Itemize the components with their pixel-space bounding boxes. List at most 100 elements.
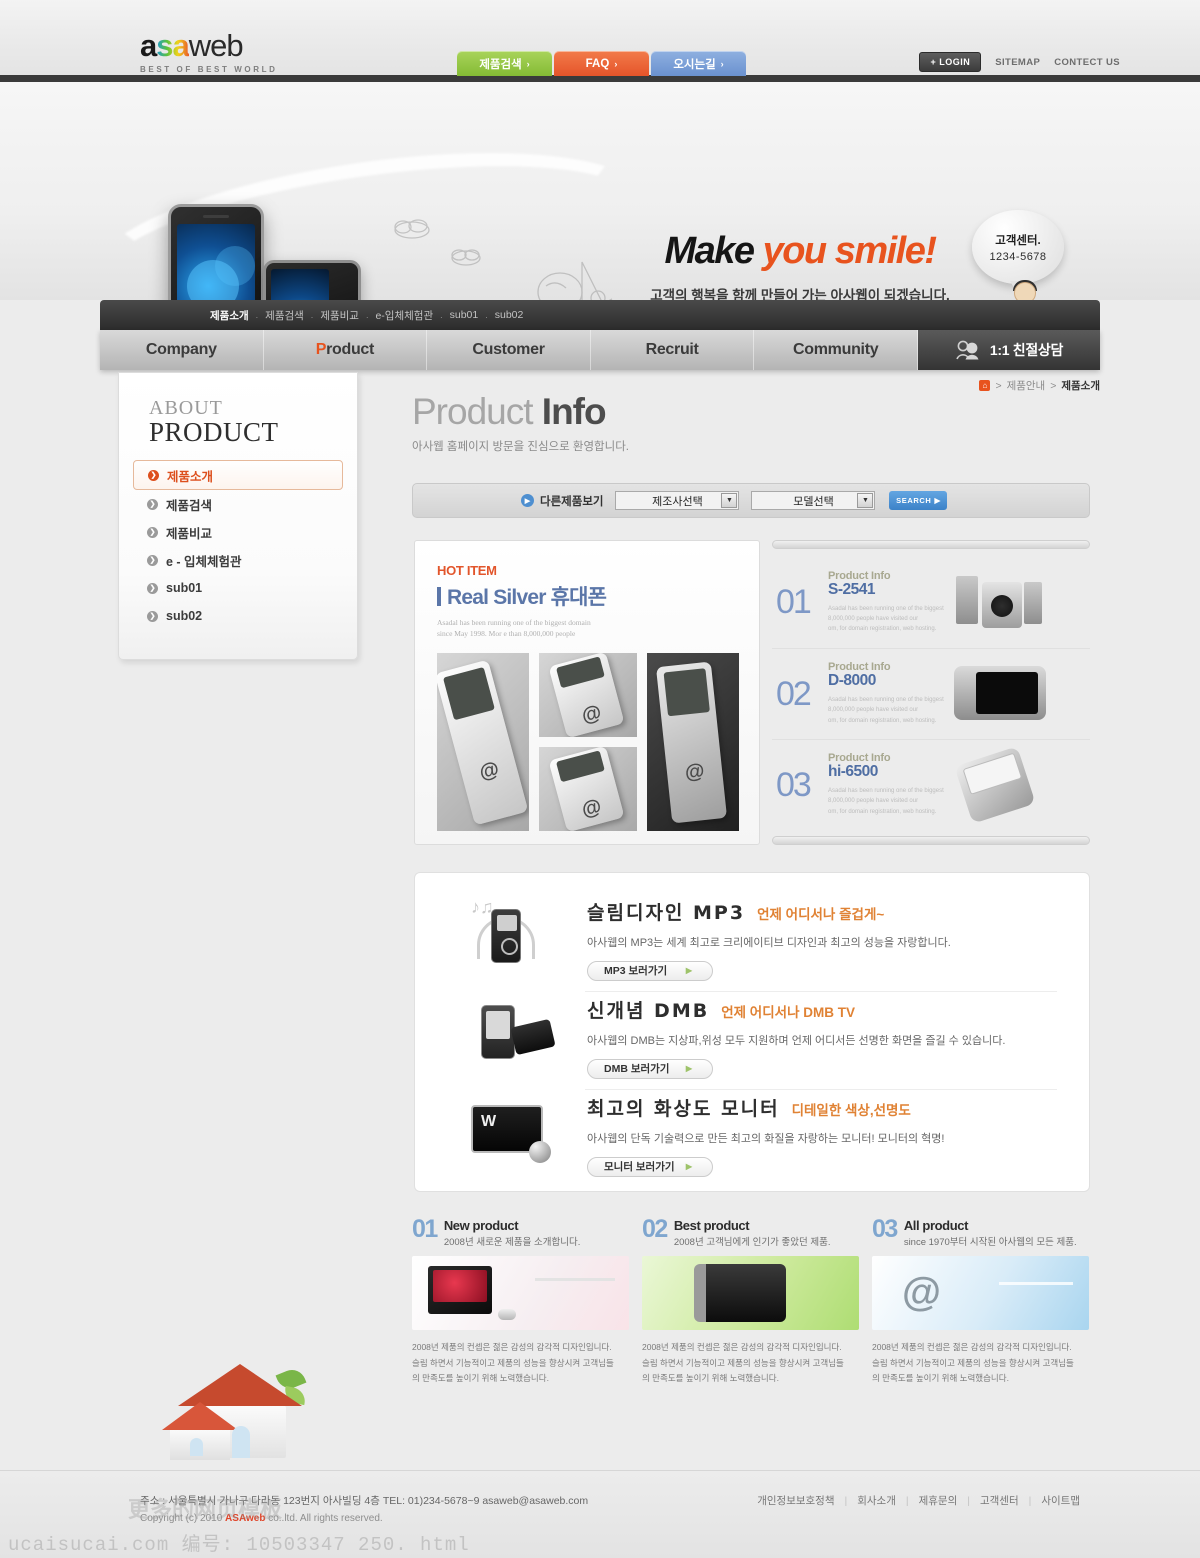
sub-nav-item-product-intro[interactable]: 제품소개 (210, 308, 249, 323)
mp3-view-button[interactable]: MP3 보러가기 ▶ (587, 960, 713, 981)
separator-dot: . (310, 310, 314, 320)
model-select[interactable]: 모델선택 ▼ (751, 491, 876, 510)
sidebar-item-product-search[interactable]: ❯ 제품검색 (133, 490, 343, 518)
utility-links: + LOGIN SITEMAP CONTECT US (919, 52, 1120, 72)
maker-select-value: 제조사선택 (652, 495, 703, 508)
breadcrumb-sep: > (1050, 379, 1057, 392)
search-button[interactable]: SEARCH ▶ (889, 491, 948, 510)
top-nav-directions[interactable]: 오시는길 › (651, 51, 746, 76)
home-icon[interactable]: ⌂ (979, 380, 991, 391)
footer-link-customer-center[interactable]: 고객센터 (980, 1493, 1019, 1508)
flip-phone-product-image (946, 745, 1054, 824)
logo-wordmark: asaweb (140, 28, 244, 63)
card-body-line: 의 만족도를 높이기 위해 노력했습니다. (642, 1373, 779, 1384)
scrollbar-top[interactable] (772, 540, 1090, 549)
product-description: Asadal has been running one of the bigge… (828, 604, 946, 635)
sitemap-link[interactable]: SITEMAP (995, 57, 1040, 68)
bottom-card-new-product[interactable]: 01 New product 2008년 새로운 제품을 소개합니다. 2008… (412, 1217, 629, 1383)
dmb-view-button[interactable]: DMB 보러가기 ▶ (587, 1058, 713, 1079)
footer-link-about[interactable]: 회사소개 (857, 1493, 896, 1508)
nav-item-customer[interactable]: Customer (427, 330, 591, 370)
nav-item-recruit[interactable]: Recruit (591, 330, 755, 370)
bottom-card-all-product[interactable]: 03 All product since 1970부터 시작된 아사웹의 모든 … (872, 1217, 1089, 1383)
feature-row-dmb: 신개념 DMB 언제 어디서나 DMB TV 아사웹의 DMB는 지상파,위성 … (415, 987, 1091, 1090)
page-root: asaweb BEST OF BEST WORLD 제품검색 › FAQ › 오… (0, 0, 1200, 1558)
portable-media-player (954, 665, 1046, 720)
desc-line: om, for domain registration, web hosting… (828, 808, 937, 815)
one-to-one-consult-button[interactable]: 1:1 친절상담 (917, 330, 1100, 370)
footer-link-sitemap[interactable]: 사이트맵 (1041, 1493, 1080, 1508)
chevron-right-icon: › (720, 58, 724, 69)
maker-select[interactable]: 제조사선택 ▼ (615, 491, 740, 510)
bottom-card-best-product[interactable]: 02 Best product 2008년 고객님에게 인기가 좋았던 제품. … (642, 1217, 859, 1383)
filter-label-group: ▶ 다른제품보기 (521, 493, 603, 509)
hero-subtitle: 고객의 행복을 함께 만들어 가는 아사웹이 되겠습니다. (650, 288, 950, 300)
sidebar-item-experience[interactable]: ❯ e - 입체체험관 (133, 546, 343, 574)
chevron-right-icon: ❯ (147, 554, 158, 566)
nav-item-product[interactable]: Product (264, 330, 428, 370)
product-info-list: 01 Product Info S-2541 Asadal has been r… (772, 540, 1090, 845)
monitor-icon (415, 1087, 587, 1183)
mascot-head (1014, 282, 1036, 300)
feature-description: 아사웹의 단독 기술력으로 만든 최고의 화질을 자랑하는 모니터! 모니터의 … (587, 1132, 945, 1145)
login-button[interactable]: + LOGIN (919, 52, 982, 72)
product-thumbnail-image[interactable] (539, 747, 637, 831)
separator-dot: . (440, 310, 443, 320)
feature-text: 슬림디자인 MP3 언제 어디서나 즐겁게~ 아사웹의 MP3는 세계 최고로 … (587, 898, 1091, 981)
chevron-right-icon: ▶ (685, 1162, 692, 1171)
button-label: MP3 보러가기 (604, 965, 668, 977)
feature-row-monitor: 최고의 화상도 모니터 디테일한 색상,선명도 아사웹의 단독 기술력으로 만든… (415, 1085, 1091, 1185)
separator: | (905, 1494, 909, 1507)
nav-item-company[interactable]: Company (100, 330, 264, 370)
sub-nav-item-sub02[interactable]: sub02 (495, 309, 524, 321)
product-thumbnail-image[interactable] (437, 653, 529, 831)
chevron-down-icon: ▼ (857, 493, 874, 508)
device-graphic (694, 1264, 786, 1322)
breadcrumb-level1[interactable]: 제품안내 (1007, 378, 1046, 393)
product-thumbnail-image[interactable] (539, 653, 637, 737)
scrollbar-bottom[interactable] (772, 836, 1090, 845)
caption-placeholder (999, 1282, 1073, 1285)
sidebar-item-sub02[interactable]: ❯ sub02 (133, 602, 343, 630)
hot-item-name: Real Silver 휴대폰 (437, 581, 759, 611)
top-bar: asaweb BEST OF BEST WORLD 제품검색 › FAQ › 오… (0, 0, 1200, 82)
sub-nav-item-product-compare[interactable]: 제품비교 (320, 308, 359, 323)
card-image-laptop (412, 1256, 629, 1330)
hot-item-thumbnails (437, 653, 739, 831)
site-logo[interactable]: asaweb BEST OF BEST WORLD (140, 30, 277, 74)
button-label: 모니터 보러가기 (604, 1161, 675, 1173)
breadcrumb-current: 제품소개 (1061, 380, 1100, 392)
feature-headline: 최고의 화상도 모니터 (587, 1097, 780, 1120)
sidebar-item-product-intro[interactable]: ❯ 제품소개 (133, 460, 343, 490)
copyright-post: co..ltd. All rights reserved. (265, 1513, 383, 1524)
footer-link-privacy[interactable]: 개인정보보호정책 (757, 1493, 834, 1508)
chevron-right-icon: ❯ (147, 526, 158, 538)
flip-phone-graphic (655, 661, 727, 823)
top-nav-faq[interactable]: FAQ › (554, 51, 649, 76)
monitor-view-button[interactable]: 모니터 보러가기 ▶ (587, 1156, 713, 1177)
mouse-graphic (498, 1309, 516, 1320)
product-thumbnail-image[interactable] (647, 653, 739, 831)
card-header: 02 Best product 2008년 고객님에게 인기가 좋았던 제품. (642, 1217, 859, 1248)
contact-us-link[interactable]: CONTECT US (1054, 57, 1120, 68)
sub-nav-item-experience[interactable]: e-입체체험관 (375, 308, 433, 323)
product-list-item[interactable]: 02 Product Info D-8000 Asadal has been r… (772, 648, 1090, 738)
top-nav-product-search[interactable]: 제품검색 › (457, 51, 552, 76)
sub-nav-item-product-search[interactable]: 제품검색 (265, 308, 304, 323)
chevron-right-icon: ❯ (147, 610, 158, 622)
nav-item-community[interactable]: Community (754, 330, 918, 370)
hero-copy: Make you smile! 고객의 행복을 함께 만들어 가는 아사웹이 되… (600, 232, 1000, 300)
card-body-line: 슬림 하면서 기능적이고 제품의 성능을 향상시켜 고객님들 (872, 1357, 1074, 1368)
product-model: D-8000 (828, 672, 876, 690)
footer-link-partnership[interactable]: 제휴문의 (919, 1493, 958, 1508)
card-title: All product (903, 1218, 969, 1233)
nav-item-initial: P (315, 341, 327, 358)
product-list-item[interactable]: 01 Product Info S-2541 Asadal has been r… (772, 557, 1090, 647)
sidebar-item-label: 제품검색 (166, 498, 213, 513)
product-list-item[interactable]: 03 Product Info hi-6500 Asadal has been … (772, 739, 1090, 829)
product-number: 03 (776, 765, 812, 804)
hero-title-part1: Make (664, 230, 755, 272)
sidebar-item-product-compare[interactable]: ❯ 제품비교 (133, 518, 343, 546)
sub-nav-item-sub01[interactable]: sub01 (450, 309, 479, 321)
sidebar-item-sub01[interactable]: ❯ sub01 (133, 574, 343, 602)
